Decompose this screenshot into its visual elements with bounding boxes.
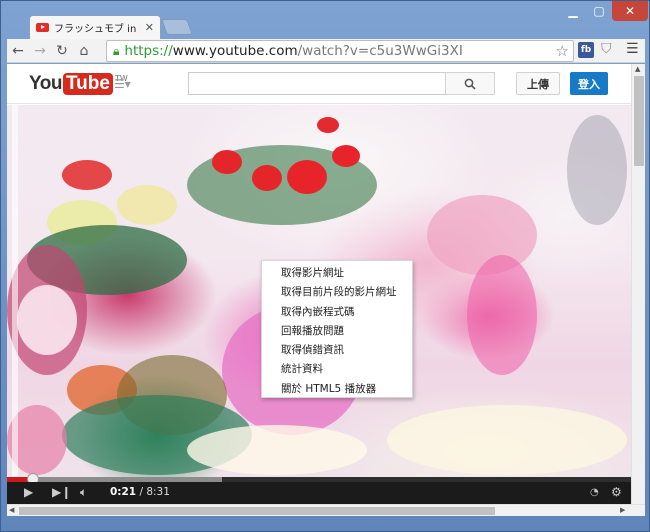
bookmark-star-icon[interactable]: ☆ <box>556 42 569 60</box>
upload-button[interactable]: 上傳 <box>516 72 560 95</box>
menu-item-copy-url-at-time[interactable]: 取得目前片段的影片網址 <box>262 283 412 302</box>
youtube-masthead: You Tube TW ☰▾ 上傳 登入 <box>7 64 631 104</box>
search-input[interactable] <box>188 72 445 95</box>
guide-menu-icon[interactable]: ☰▾ <box>114 77 131 91</box>
browser-tab[interactable]: フラッシュモブ in 静岡 - ✕ <box>29 15 161 39</box>
minimize-icon[interactable]: ▁ <box>560 1 586 21</box>
carnation-shape <box>252 165 282 191</box>
tab-title: フラッシュモブ in 静岡 - <box>54 24 140 35</box>
horizontal-scroll-thumb[interactable] <box>19 507 495 515</box>
flower-shape <box>62 160 112 190</box>
horizontal-scrollbar[interactable]: ◀ ▶ <box>7 504 645 516</box>
menu-item-about-html5-player[interactable]: 關於 HTML5 播放器 <box>262 380 412 399</box>
context-menu: 取得影片網址 取得目前片段的影片網址 取得內嵌程式碼 回報播放問題 取得偵錯資訊… <box>261 260 413 398</box>
carnation-shape <box>317 117 339 133</box>
scroll-left-icon[interactable]: ◀ <box>9 506 14 514</box>
light-stripe <box>12 105 18 477</box>
sign-in-button[interactable]: 登入 <box>570 72 608 95</box>
url-path: /watch?v=c5u3WwGi3XI <box>297 43 463 59</box>
back-arrow-icon[interactable]: ← <box>7 40 29 62</box>
forward-arrow-icon[interactable]: → <box>29 40 51 62</box>
vertical-scrollbar[interactable]: ▲ <box>631 64 645 504</box>
reload-icon[interactable]: ↻ <box>51 40 73 62</box>
search-icon <box>464 78 476 90</box>
current-time: 0:21 <box>110 486 137 498</box>
settings-gear-icon[interactable]: ⚙ <box>611 485 622 499</box>
play-icon[interactable]: ▶ <box>24 485 33 499</box>
menu-item-copy-debug-info[interactable]: 取得偵錯資訊 <box>262 341 412 360</box>
bag-shape <box>427 195 537 275</box>
menu-item-report-playback-issue[interactable]: 回報播放問題 <box>262 322 412 341</box>
browser-toolbar: ← → ↻ ⌂ 🔒︎ https:// www.youtube.com /wat… <box>7 39 645 63</box>
search-button[interactable] <box>445 72 495 95</box>
watch-later-icon[interactable]: ◔ <box>590 487 599 498</box>
page-viewport: You Tube TW ☰▾ 上傳 登入 取得影片網址 取得目前片段的影片網址 … <box>7 64 645 516</box>
url-scheme: https:// <box>124 43 173 59</box>
logo-tube-text: Tube <box>62 73 113 95</box>
youtube-favicon-icon <box>36 23 49 32</box>
menu-item-copy-embed-code[interactable]: 取得內嵌程式碼 <box>262 303 412 322</box>
lock-icon: 🔒︎ <box>113 43 120 58</box>
flower-shape <box>117 185 177 225</box>
menu-item-copy-video-url[interactable]: 取得影片網址 <box>262 264 412 283</box>
player-controls: ▶ ▶❙ 🔈︎ 0:21 / 8:31 ◔ ⚙ <box>7 482 631 504</box>
time-display: 0:21 / 8:31 <box>110 486 170 498</box>
carnation-shape <box>287 160 327 194</box>
carnation-shape <box>332 145 360 167</box>
basket-shape <box>467 255 537 375</box>
scroll-right-icon[interactable]: ▶ <box>620 506 625 514</box>
next-icon[interactable]: ▶❙ <box>52 485 71 499</box>
url-host: www.youtube.com <box>172 43 298 59</box>
browser-window: フラッシュモブ in 静岡 - ✕ ▁ ▢ ✕ ← → ↻ ⌂ 🔒︎ https… <box>0 0 650 532</box>
shield-extension-icon[interactable]: ⛉ <box>601 41 612 57</box>
new-tab-button[interactable] <box>161 19 193 35</box>
time-separator: / <box>136 486 147 498</box>
home-icon[interactable]: ⌂ <box>73 40 95 62</box>
address-bar[interactable]: 🔒︎ https:// www.youtube.com /watch?v=c5u… <box>106 40 574 62</box>
duration: 8:31 <box>146 486 170 498</box>
volume-icon[interactable]: 🔈︎ <box>80 485 87 500</box>
browser-menu-icon[interactable]: ☰ <box>626 41 639 57</box>
daisies-shape <box>387 405 627 475</box>
facebook-extension-icon[interactable]: fb <box>578 42 594 58</box>
flower-shape <box>17 285 77 355</box>
person-shape <box>567 115 627 225</box>
carnation-shape <box>212 150 242 174</box>
scroll-up-icon[interactable]: ▲ <box>635 65 640 73</box>
daisies-shape <box>187 425 367 475</box>
logo-you-text: You <box>29 73 62 94</box>
menu-item-stats[interactable]: 統計資料 <box>262 360 412 379</box>
maximize-icon[interactable]: ▢ <box>586 1 612 21</box>
youtube-logo[interactable]: You Tube TW <box>29 73 128 95</box>
window-close-icon[interactable]: ✕ <box>612 1 648 21</box>
vertical-scroll-thumb[interactable] <box>634 76 644 166</box>
tab-close-icon[interactable]: ✕ <box>145 21 154 34</box>
video-frame[interactable]: 取得影片網址 取得目前片段的影片網址 取得內嵌程式碼 回報播放問題 取得偵錯資訊… <box>7 105 631 477</box>
